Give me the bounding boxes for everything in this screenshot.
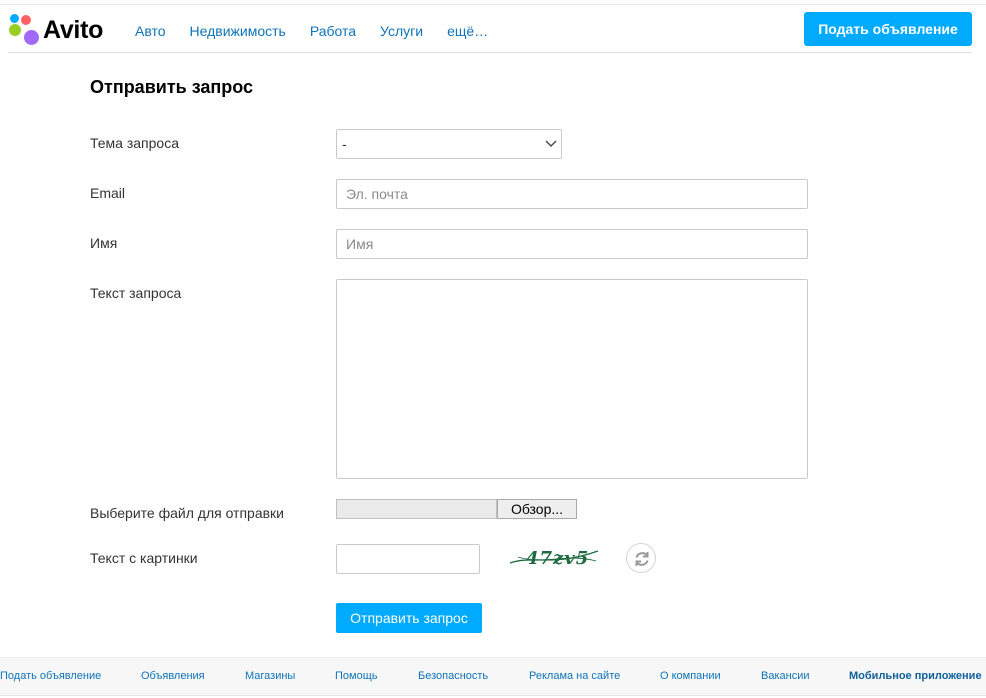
site-header: Avito Авто Недвижимость Работа Услуги ещ… <box>8 5 972 53</box>
logo-text: Avito <box>43 15 104 44</box>
refresh-icon <box>635 552 649 566</box>
name-field[interactable] <box>336 229 808 259</box>
footer-link-vacancies[interactable]: Вакансии <box>761 670 810 682</box>
submit-request-button[interactable]: Отправить запрос <box>336 603 482 633</box>
email-label: Email <box>90 185 126 201</box>
logo-dots-icon <box>8 14 40 46</box>
browse-file-button[interactable]: Обзор... <box>497 499 577 519</box>
file-label: Выберите файл для отправки <box>90 505 285 521</box>
nav-link-jobs[interactable]: Работа <box>310 23 356 39</box>
footer-link-safety[interactable]: Безопасность <box>418 670 488 682</box>
footer-link-mobile-app[interactable]: Мобильное приложение <box>849 670 982 682</box>
captcha-image: 47zv5 <box>508 543 602 575</box>
topic-label: Тема запроса <box>90 135 179 151</box>
chevron-down-icon <box>545 140 557 147</box>
nav-link-more[interactable]: ещё… <box>447 23 488 39</box>
footer-link-post-ad[interactable]: Подать объявление <box>0 670 101 682</box>
footer-link-about[interactable]: О компании <box>660 670 721 682</box>
refresh-captcha-button[interactable] <box>626 543 656 573</box>
avito-logo[interactable]: Avito <box>8 14 103 46</box>
message-label: Текст запроса <box>90 285 182 301</box>
email-field[interactable] <box>336 179 808 209</box>
captcha-input[interactable] <box>336 544 480 574</box>
site-footer: Подать объявление Объявления Магазины По… <box>0 657 986 695</box>
captcha-label: Текст с картинки <box>90 550 198 566</box>
page-title: Отправить запрос <box>90 77 254 97</box>
main-nav: Авто Недвижимость Работа Услуги ещё… <box>135 23 512 39</box>
footer-link-shops[interactable]: Магазины <box>245 670 295 682</box>
file-path-box[interactable] <box>336 499 497 519</box>
post-ad-button[interactable]: Подать объявление <box>804 12 972 46</box>
nav-link-auto[interactable]: Авто <box>135 23 166 39</box>
footer-link-advertising[interactable]: Реклама на сайте <box>529 670 620 682</box>
footer-link-help[interactable]: Помощь <box>335 670 378 682</box>
footer-link-ads[interactable]: Объявления <box>141 670 205 682</box>
nav-link-services[interactable]: Услуги <box>380 23 423 39</box>
nav-link-realty[interactable]: Недвижимость <box>190 23 286 39</box>
message-textarea[interactable] <box>336 279 808 479</box>
name-label: Имя <box>90 235 118 251</box>
captcha-noise-icon <box>509 550 599 564</box>
topic-select[interactable]: - <box>336 129 562 159</box>
topic-selected-value: - <box>342 136 347 152</box>
